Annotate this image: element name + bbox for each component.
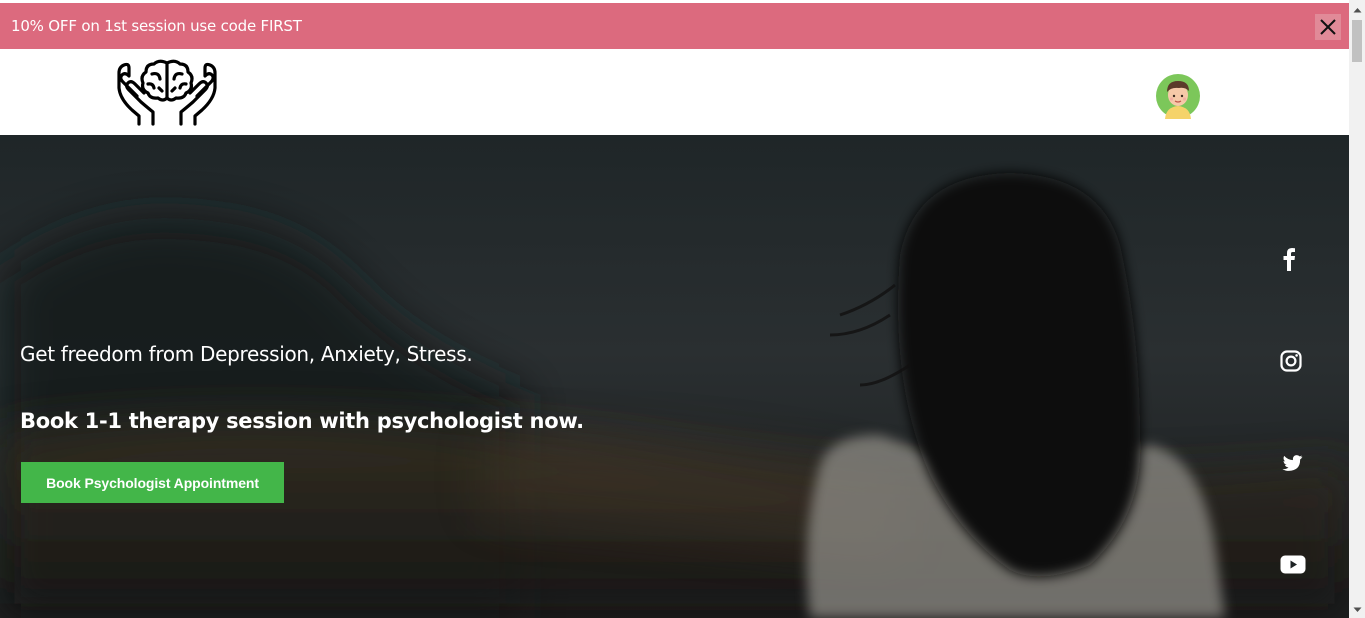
user-avatar-icon xyxy=(1156,74,1200,119)
vertical-scrollbar[interactable] xyxy=(1349,0,1365,618)
scroll-up-arrow-icon[interactable] xyxy=(1349,2,1365,18)
page: 10% OFF on 1st session use code FIRST Ge… xyxy=(0,0,1349,618)
hero-background-image xyxy=(0,173,1349,618)
brain-in-hands-icon xyxy=(117,59,217,126)
promo-bar: 10% OFF on 1st session use code FIRST xyxy=(0,3,1349,49)
scroll-down-arrow-icon[interactable] xyxy=(1349,602,1365,618)
site-header xyxy=(0,49,1349,135)
youtube-link[interactable] xyxy=(1279,550,1307,578)
user-avatar-button[interactable] xyxy=(1155,73,1201,119)
hero-tagline: Get freedom from Depression, Anxiety, St… xyxy=(20,342,473,366)
instagram-icon xyxy=(1280,350,1302,372)
promo-close-button[interactable] xyxy=(1315,14,1341,40)
facebook-link[interactable] xyxy=(1275,245,1303,273)
scrollbar-thumb[interactable] xyxy=(1352,20,1362,62)
browser-viewport: 10% OFF on 1st session use code FIRST Ge… xyxy=(0,0,1365,618)
twitter-icon xyxy=(1282,455,1303,471)
hero-headline: Book 1-1 therapy session with psychologi… xyxy=(20,409,584,433)
book-appointment-button[interactable]: Book Psychologist Appointment xyxy=(21,462,284,503)
youtube-icon xyxy=(1280,555,1306,573)
instagram-link[interactable] xyxy=(1277,347,1305,375)
site-logo[interactable] xyxy=(115,58,219,126)
facebook-icon xyxy=(1283,248,1295,271)
hero-section: Get freedom from Depression, Anxiety, St… xyxy=(0,135,1349,618)
promo-text: 10% OFF on 1st session use code FIRST xyxy=(11,17,302,35)
twitter-link[interactable] xyxy=(1278,448,1306,476)
close-icon xyxy=(1320,19,1336,35)
